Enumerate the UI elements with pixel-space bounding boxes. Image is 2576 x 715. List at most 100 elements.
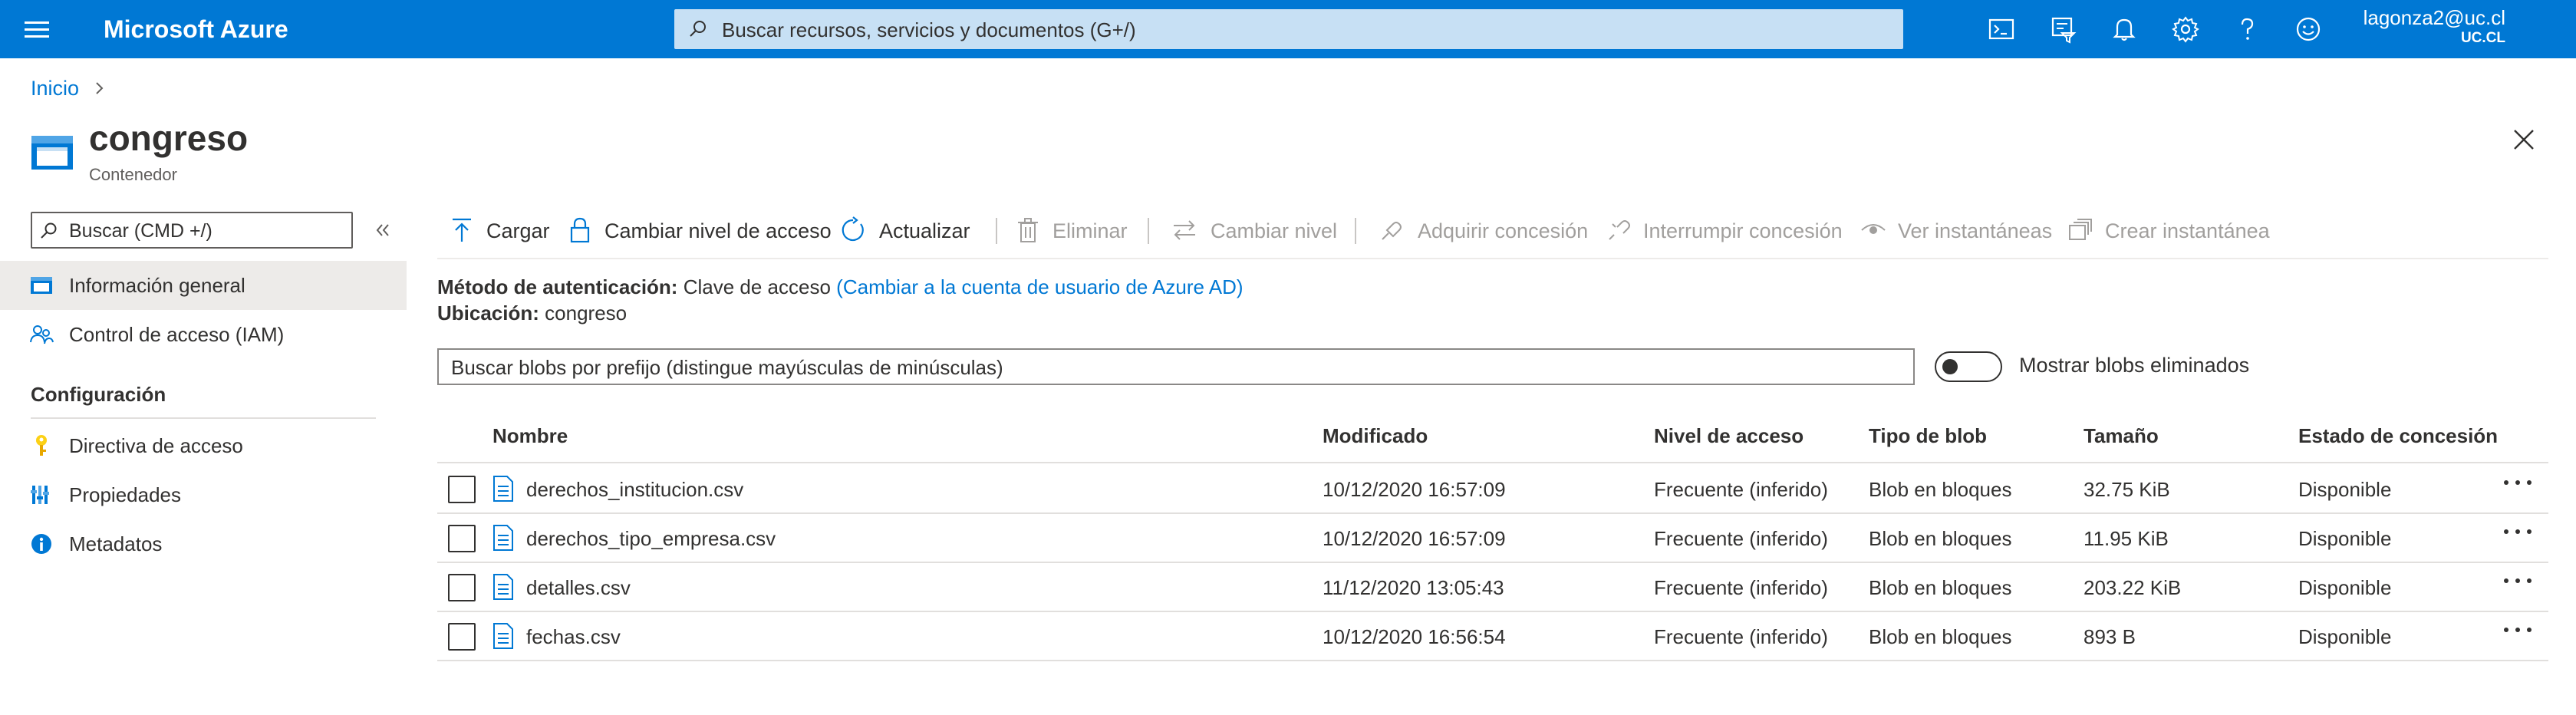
sidebar-item-label: Información general xyxy=(69,274,245,297)
blob-modified: 10/12/2020 16:56:54 xyxy=(1323,625,1506,648)
delete-button[interactable]: Eliminar xyxy=(1014,210,1137,252)
blob-size: 32.75 KiB xyxy=(2084,478,2170,501)
file-icon xyxy=(493,623,513,649)
global-search-placeholder: Buscar recursos, servicios y documentos … xyxy=(722,18,1136,41)
sidebar-item-iam[interactable]: Control de acceso (IAM) xyxy=(0,310,407,359)
menu-icon[interactable] xyxy=(21,15,52,43)
blob-access-level: Frecuente (inferido) xyxy=(1654,625,1828,648)
sidebar-section-settings: Configuración xyxy=(31,383,166,406)
account-menu[interactable]: lagonza2@uc.cl UC.CL xyxy=(2364,6,2505,48)
blob-search-placeholder: Buscar blobs por prefijo (distingue mayú… xyxy=(451,356,1003,379)
more-options-icon[interactable] xyxy=(2502,474,2533,493)
more-options-icon[interactable] xyxy=(2502,621,2533,640)
sidebar-item-label: Control de acceso (IAM) xyxy=(69,323,285,346)
user-email: lagonza2@uc.cl xyxy=(2363,6,2505,29)
refresh-button[interactable]: Actualizar xyxy=(839,210,977,252)
cloud-shell-icon[interactable] xyxy=(1987,15,2016,44)
table-row[interactable]: derechos_tipo_empresa.csv 10/12/2020 16:… xyxy=(437,512,2548,562)
row-checkbox[interactable] xyxy=(448,574,476,601)
iam-icon xyxy=(30,325,54,344)
search-icon xyxy=(690,21,706,37)
file-icon xyxy=(493,525,513,551)
blob-size: 11.95 KiB xyxy=(2084,527,2169,550)
blob-prefix-search-input[interactable]: Buscar blobs por prefijo (distingue mayú… xyxy=(437,348,1915,385)
global-search-input[interactable]: Buscar recursos, servicios y documentos … xyxy=(674,9,1903,49)
auth-method-row: Método de autenticación: Clave de acceso… xyxy=(437,275,1244,299)
blob-modified: 10/12/2020 16:57:09 xyxy=(1323,478,1506,501)
upload-icon xyxy=(453,218,471,242)
blob-lease-state: Disponible xyxy=(2298,625,2392,648)
sidebar-search-input[interactable]: Buscar (CMD +/) xyxy=(31,212,353,249)
table-row[interactable]: detalles.csv 11/12/2020 13:05:43 Frecuen… xyxy=(437,562,2548,611)
page-title: congreso xyxy=(89,118,249,158)
sidebar-item-access-policy[interactable]: Directiva de acceso xyxy=(0,421,407,470)
row-checkbox[interactable] xyxy=(448,525,476,552)
more-options-icon[interactable] xyxy=(2502,523,2533,542)
table-row[interactable]: derechos_institucion.csv 10/12/2020 16:5… xyxy=(437,463,2548,512)
column-header-modified[interactable]: Modificado xyxy=(1323,423,1428,448)
broken-link-icon xyxy=(1609,220,1630,240)
break-lease-button[interactable]: Interrumpir concesión xyxy=(1605,210,1843,252)
directory-filter-icon[interactable] xyxy=(2048,15,2077,44)
toolbar-separator xyxy=(1148,218,1149,244)
close-icon[interactable] xyxy=(2508,124,2539,155)
column-header-size[interactable]: Tamaño xyxy=(2084,423,2159,448)
collapse-sidebar-icon[interactable] xyxy=(371,218,396,242)
blob-access-level: Frecuente (inferido) xyxy=(1654,576,1828,599)
blob-type: Blob en bloques xyxy=(1869,576,2012,599)
delete-label: Eliminar xyxy=(1052,219,1128,242)
change-tier-button[interactable]: Cambiar nivel xyxy=(1171,210,1347,252)
change-access-level-label: Cambiar nivel de acceso xyxy=(604,219,832,242)
sidebar-item-metadata[interactable]: Metadatos xyxy=(0,519,407,568)
blob-type: Blob en bloques xyxy=(1869,478,2012,501)
feedback-icon[interactable] xyxy=(2294,15,2323,44)
show-deleted-blobs-label: Mostrar blobs eliminados xyxy=(2019,354,2250,377)
blob-lease-state: Disponible xyxy=(2298,478,2392,501)
blob-modified: 10/12/2020 16:57:09 xyxy=(1323,527,1506,550)
refresh-label: Actualizar xyxy=(879,219,970,242)
show-deleted-blobs-toggle[interactable] xyxy=(1935,351,2002,382)
create-snapshot-label: Crear instantánea xyxy=(2105,219,2270,242)
lock-icon xyxy=(570,217,590,243)
table-row[interactable]: fechas.csv 10/12/2020 16:56:54 Frecuente… xyxy=(437,611,2548,660)
create-snapshot-button[interactable]: Crear instantánea xyxy=(2067,210,2274,252)
column-header-name[interactable]: Nombre xyxy=(492,423,568,448)
sidebar-item-label: Propiedades xyxy=(69,483,181,506)
blob-name[interactable]: fechas.csv xyxy=(526,624,621,649)
help-icon[interactable] xyxy=(2232,15,2261,44)
container-icon xyxy=(31,136,73,170)
upload-label: Cargar xyxy=(486,219,550,242)
column-header-access-level[interactable]: Nivel de acceso xyxy=(1654,423,1804,448)
row-divider xyxy=(437,660,2548,661)
sidebar-item-overview[interactable]: Información general xyxy=(0,261,407,310)
breadcrumb-home[interactable]: Inicio xyxy=(31,76,79,100)
brand-title[interactable]: Microsoft Azure xyxy=(104,14,288,44)
settings-icon[interactable] xyxy=(2171,15,2200,44)
blob-type: Blob en bloques xyxy=(1869,527,2012,550)
acquire-lease-button[interactable]: Adquirir concesión xyxy=(1378,210,1588,252)
blob-name[interactable]: detalles.csv xyxy=(526,575,631,600)
column-header-blob-type[interactable]: Tipo de blob xyxy=(1869,423,1987,448)
column-header-lease-state[interactable]: Estado de concesión xyxy=(2298,423,2498,448)
row-checkbox[interactable] xyxy=(448,623,476,651)
blob-lease-state: Disponible xyxy=(2298,527,2392,550)
location-value: congreso xyxy=(545,301,628,325)
upload-button[interactable]: Cargar xyxy=(448,210,563,252)
location-row: Ubicación: congreso xyxy=(437,301,627,325)
notifications-icon[interactable] xyxy=(2110,15,2139,44)
blob-type: Blob en bloques xyxy=(1869,625,2012,648)
blob-name[interactable]: derechos_institucion.csv xyxy=(526,477,743,502)
view-snapshots-button[interactable]: Ver instantáneas xyxy=(1860,210,2059,252)
sidebar-item-properties[interactable]: Propiedades xyxy=(0,470,407,519)
view-snapshots-label: Ver instantáneas xyxy=(1898,219,2053,242)
more-options-icon[interactable] xyxy=(2502,572,2533,591)
row-checkbox[interactable] xyxy=(448,476,476,503)
change-access-level-button[interactable]: Cambiar nivel de acceso xyxy=(566,210,832,252)
properties-icon xyxy=(31,486,49,504)
blob-name[interactable]: derechos_tipo_empresa.csv xyxy=(526,526,776,551)
blob-size: 203.22 KiB xyxy=(2084,576,2182,599)
change-tier-label: Cambiar nivel xyxy=(1211,219,1338,242)
switch-to-azure-ad-link[interactable]: (Cambiar a la cuenta de usuario de Azure… xyxy=(836,275,1243,298)
toolbar-separator xyxy=(996,218,997,244)
file-icon xyxy=(493,574,513,600)
